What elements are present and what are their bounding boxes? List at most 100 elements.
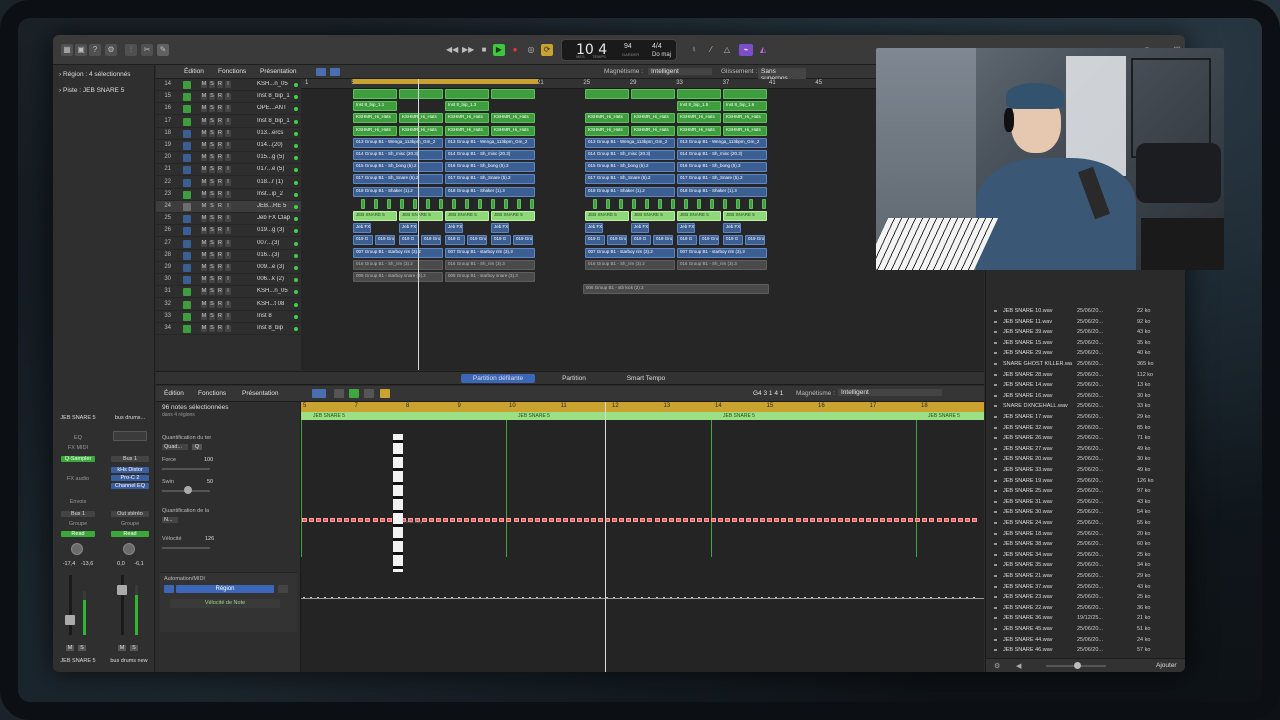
midi-note[interactable] bbox=[760, 518, 766, 522]
track-row[interactable]: 19 M S R I 014...(20) bbox=[156, 140, 301, 152]
midi-note[interactable] bbox=[696, 518, 702, 522]
arrange-region[interactable]: KSHMR_Hi_Hats bbox=[353, 125, 397, 136]
input-monitor-button[interactable]: I bbox=[225, 93, 231, 101]
strip1-mute-button[interactable]: M bbox=[66, 645, 74, 651]
arrange-region[interactable] bbox=[517, 198, 521, 209]
track-name[interactable]: Inst 8_bip_1 bbox=[257, 93, 293, 99]
input-monitor-button[interactable]: I bbox=[225, 203, 231, 210]
mute-button[interactable]: M bbox=[201, 312, 207, 320]
play-button[interactable]: ▶ bbox=[493, 44, 505, 56]
input-monitor-button[interactable]: I bbox=[225, 312, 231, 320]
arrange-region[interactable]: 019 G bbox=[631, 235, 651, 246]
grid-view-icon[interactable] bbox=[316, 68, 326, 76]
midi-note[interactable] bbox=[365, 518, 371, 522]
file-list-row[interactable]: JEB SNARE 15.wav 25/06/20... 35 ko bbox=[994, 338, 1179, 349]
arrange-region[interactable]: 007 Group B1 - starboy rim (3).3 bbox=[677, 247, 767, 258]
arrange-region[interactable] bbox=[677, 89, 721, 99]
swing-value[interactable]: 50 bbox=[207, 479, 213, 485]
arrange-region[interactable]: 015 Group B1 - Sh_bong (5).2 bbox=[585, 162, 675, 173]
strip2-mute-button[interactable]: M bbox=[118, 645, 126, 651]
rewind-icon[interactable]: ◀◀ bbox=[446, 44, 458, 56]
file-list-row[interactable]: JEB SNARE 14.wav 25/06/20... 13 ko bbox=[994, 380, 1179, 391]
midi-note[interactable] bbox=[802, 518, 808, 522]
track-row[interactable]: 22 M S R I 018...r (1) bbox=[156, 177, 301, 189]
input-monitor-button[interactable]: I bbox=[225, 190, 231, 198]
midi-note[interactable] bbox=[915, 518, 921, 522]
track-instrument-icon[interactable] bbox=[183, 203, 191, 211]
file-list-row[interactable]: JEB SNARE 30.wav 25/06/20... 54 ko bbox=[994, 507, 1179, 518]
track-name[interactable]: OPE...ANT bbox=[257, 105, 293, 111]
tracks-edit-menu[interactable]: Édition bbox=[184, 68, 204, 75]
arrange-region[interactable]: 015 Group B1 - Sh_bong (5).2 bbox=[353, 162, 443, 173]
record-enable-button[interactable]: R bbox=[217, 178, 223, 186]
arrange-region[interactable]: KSHMR_Hi_Hats bbox=[723, 113, 767, 124]
arrange-region[interactable]: Inst 8_bip_1.6 bbox=[723, 101, 767, 112]
arrange-region[interactable]: 017 Group B1 - Sh_Snare (5).3 bbox=[445, 174, 535, 185]
mute-button[interactable]: M bbox=[201, 264, 207, 271]
arrange-region[interactable]: Jeb FX bbox=[491, 223, 509, 234]
file-list-row[interactable]: JEB SNARE 18.wav 25/06/20... 20 ko bbox=[994, 529, 1179, 540]
midi-note[interactable] bbox=[576, 518, 582, 522]
track-instrument-icon[interactable] bbox=[183, 154, 191, 163]
mute-button[interactable]: M bbox=[201, 203, 207, 210]
file-list-row[interactable]: JEB SNARE 36.wav 19/12/25... 21 ko bbox=[994, 613, 1179, 624]
midi-note[interactable] bbox=[591, 518, 597, 522]
midi-note[interactable] bbox=[478, 518, 484, 522]
solo-button[interactable]: S bbox=[209, 93, 215, 101]
piano-roll-region-strip[interactable]: JEB SNARE 5 JEB SNARE 5 JEB SNARE 5 JEB SNA… bbox=[301, 412, 984, 420]
track-row[interactable]: 25 M S R I Jeb FX Clap bbox=[156, 213, 301, 226]
arrange-region[interactable]: 014 Group B1 - Sh_misc (20.3) bbox=[445, 150, 535, 160]
midi-note[interactable] bbox=[689, 518, 695, 522]
file-list-row[interactable]: JEB SNARE 32.wav 25/06/20... 85 ko bbox=[994, 423, 1179, 434]
midi-note[interactable] bbox=[682, 518, 688, 522]
mute-button[interactable]: M bbox=[201, 154, 207, 162]
file-list-row[interactable]: JEB SNARE 27.wav 25/06/20... 49 ko bbox=[994, 444, 1179, 455]
record-enable-button[interactable]: R bbox=[217, 251, 223, 259]
arrange-region[interactable]: KSHMR_Hi_Hats bbox=[631, 113, 675, 124]
track-row[interactable]: 33 M S R I Inst 8 bbox=[156, 311, 301, 323]
track-name[interactable]: 018...r (1) bbox=[257, 179, 293, 185]
smart-controls-icon[interactable]: ◭ bbox=[757, 44, 769, 56]
track-name[interactable]: KSH...n_05 bbox=[257, 288, 293, 294]
record-enable-button[interactable]: R bbox=[217, 93, 223, 101]
midi-note[interactable] bbox=[337, 518, 343, 522]
midi-note[interactable] bbox=[668, 518, 674, 522]
midi-note[interactable] bbox=[435, 518, 441, 522]
arrange-region[interactable]: 007 Group B1 - starboy rim (3).2 bbox=[353, 247, 443, 258]
track-row[interactable]: 18 M S R I 013...ercs bbox=[156, 128, 301, 140]
stop-icon[interactable]: ■ bbox=[478, 44, 490, 56]
editor-view-menu[interactable]: Présentation bbox=[242, 390, 279, 397]
help-icon[interactable]: ? bbox=[89, 44, 101, 56]
record-enable-button[interactable]: R bbox=[217, 190, 223, 198]
arrange-region[interactable]: 018 Group B1 - Shaker (1).3 bbox=[677, 186, 767, 197]
note-velocity-select[interactable]: Vélocité de Note bbox=[170, 599, 280, 608]
file-list-row[interactable]: JEB SNARE 24.wav 25/06/20... 55 ko bbox=[994, 518, 1179, 529]
track-name[interactable]: Inst...ip_2 bbox=[257, 191, 293, 197]
arrange-region[interactable]: Jeb FX bbox=[723, 223, 741, 234]
lcd-key[interactable]: Do maj bbox=[652, 52, 671, 58]
record-enable-button[interactable]: R bbox=[217, 203, 223, 210]
track-instrument-icon[interactable] bbox=[183, 190, 191, 199]
strip1-pan-knob[interactable] bbox=[71, 543, 83, 555]
lcd-display[interactable]: 10 4 MES TEMPS 94 GARDER 4/4 Do maj bbox=[561, 39, 677, 61]
midi-note[interactable] bbox=[971, 518, 977, 522]
midi-note[interactable] bbox=[499, 518, 505, 522]
arrange-region[interactable]: 018 Group B1 - Shaker (1).3 bbox=[445, 186, 535, 197]
arrange-region[interactable]: 019 G bbox=[399, 235, 419, 246]
arrange-region[interactable]: 019 Gro bbox=[467, 235, 487, 246]
midi-note[interactable] bbox=[901, 518, 907, 522]
midi-note[interactable] bbox=[344, 518, 350, 522]
track-row[interactable]: 27 M S R I 007...(3) bbox=[156, 238, 301, 250]
arrange-region[interactable]: KSHMR_Hi_Hats bbox=[491, 125, 535, 136]
arrange-region[interactable] bbox=[439, 198, 443, 209]
track-row[interactable]: 15 M S R I Inst 8_bip_1 bbox=[156, 91, 301, 104]
arrange-region[interactable]: 007 Group B1 - starboy rim (3).3 bbox=[445, 247, 535, 258]
file-list-row[interactable]: JEB SNARE 29.wav 25/06/20... 40 ko bbox=[994, 348, 1179, 359]
midi-note[interactable] bbox=[457, 518, 463, 522]
arrange-region[interactable] bbox=[710, 198, 714, 209]
track-row[interactable]: 20 M S R I 015...g (5) bbox=[156, 152, 301, 165]
track-instrument-icon[interactable] bbox=[183, 178, 191, 187]
strip2-input-slot[interactable]: Bus 1 bbox=[111, 456, 149, 462]
track-name[interactable]: KSH...n_05 bbox=[257, 81, 293, 87]
file-list-row[interactable]: JEB SNARE 38.wav 25/06/20... 60 ko bbox=[994, 539, 1179, 550]
